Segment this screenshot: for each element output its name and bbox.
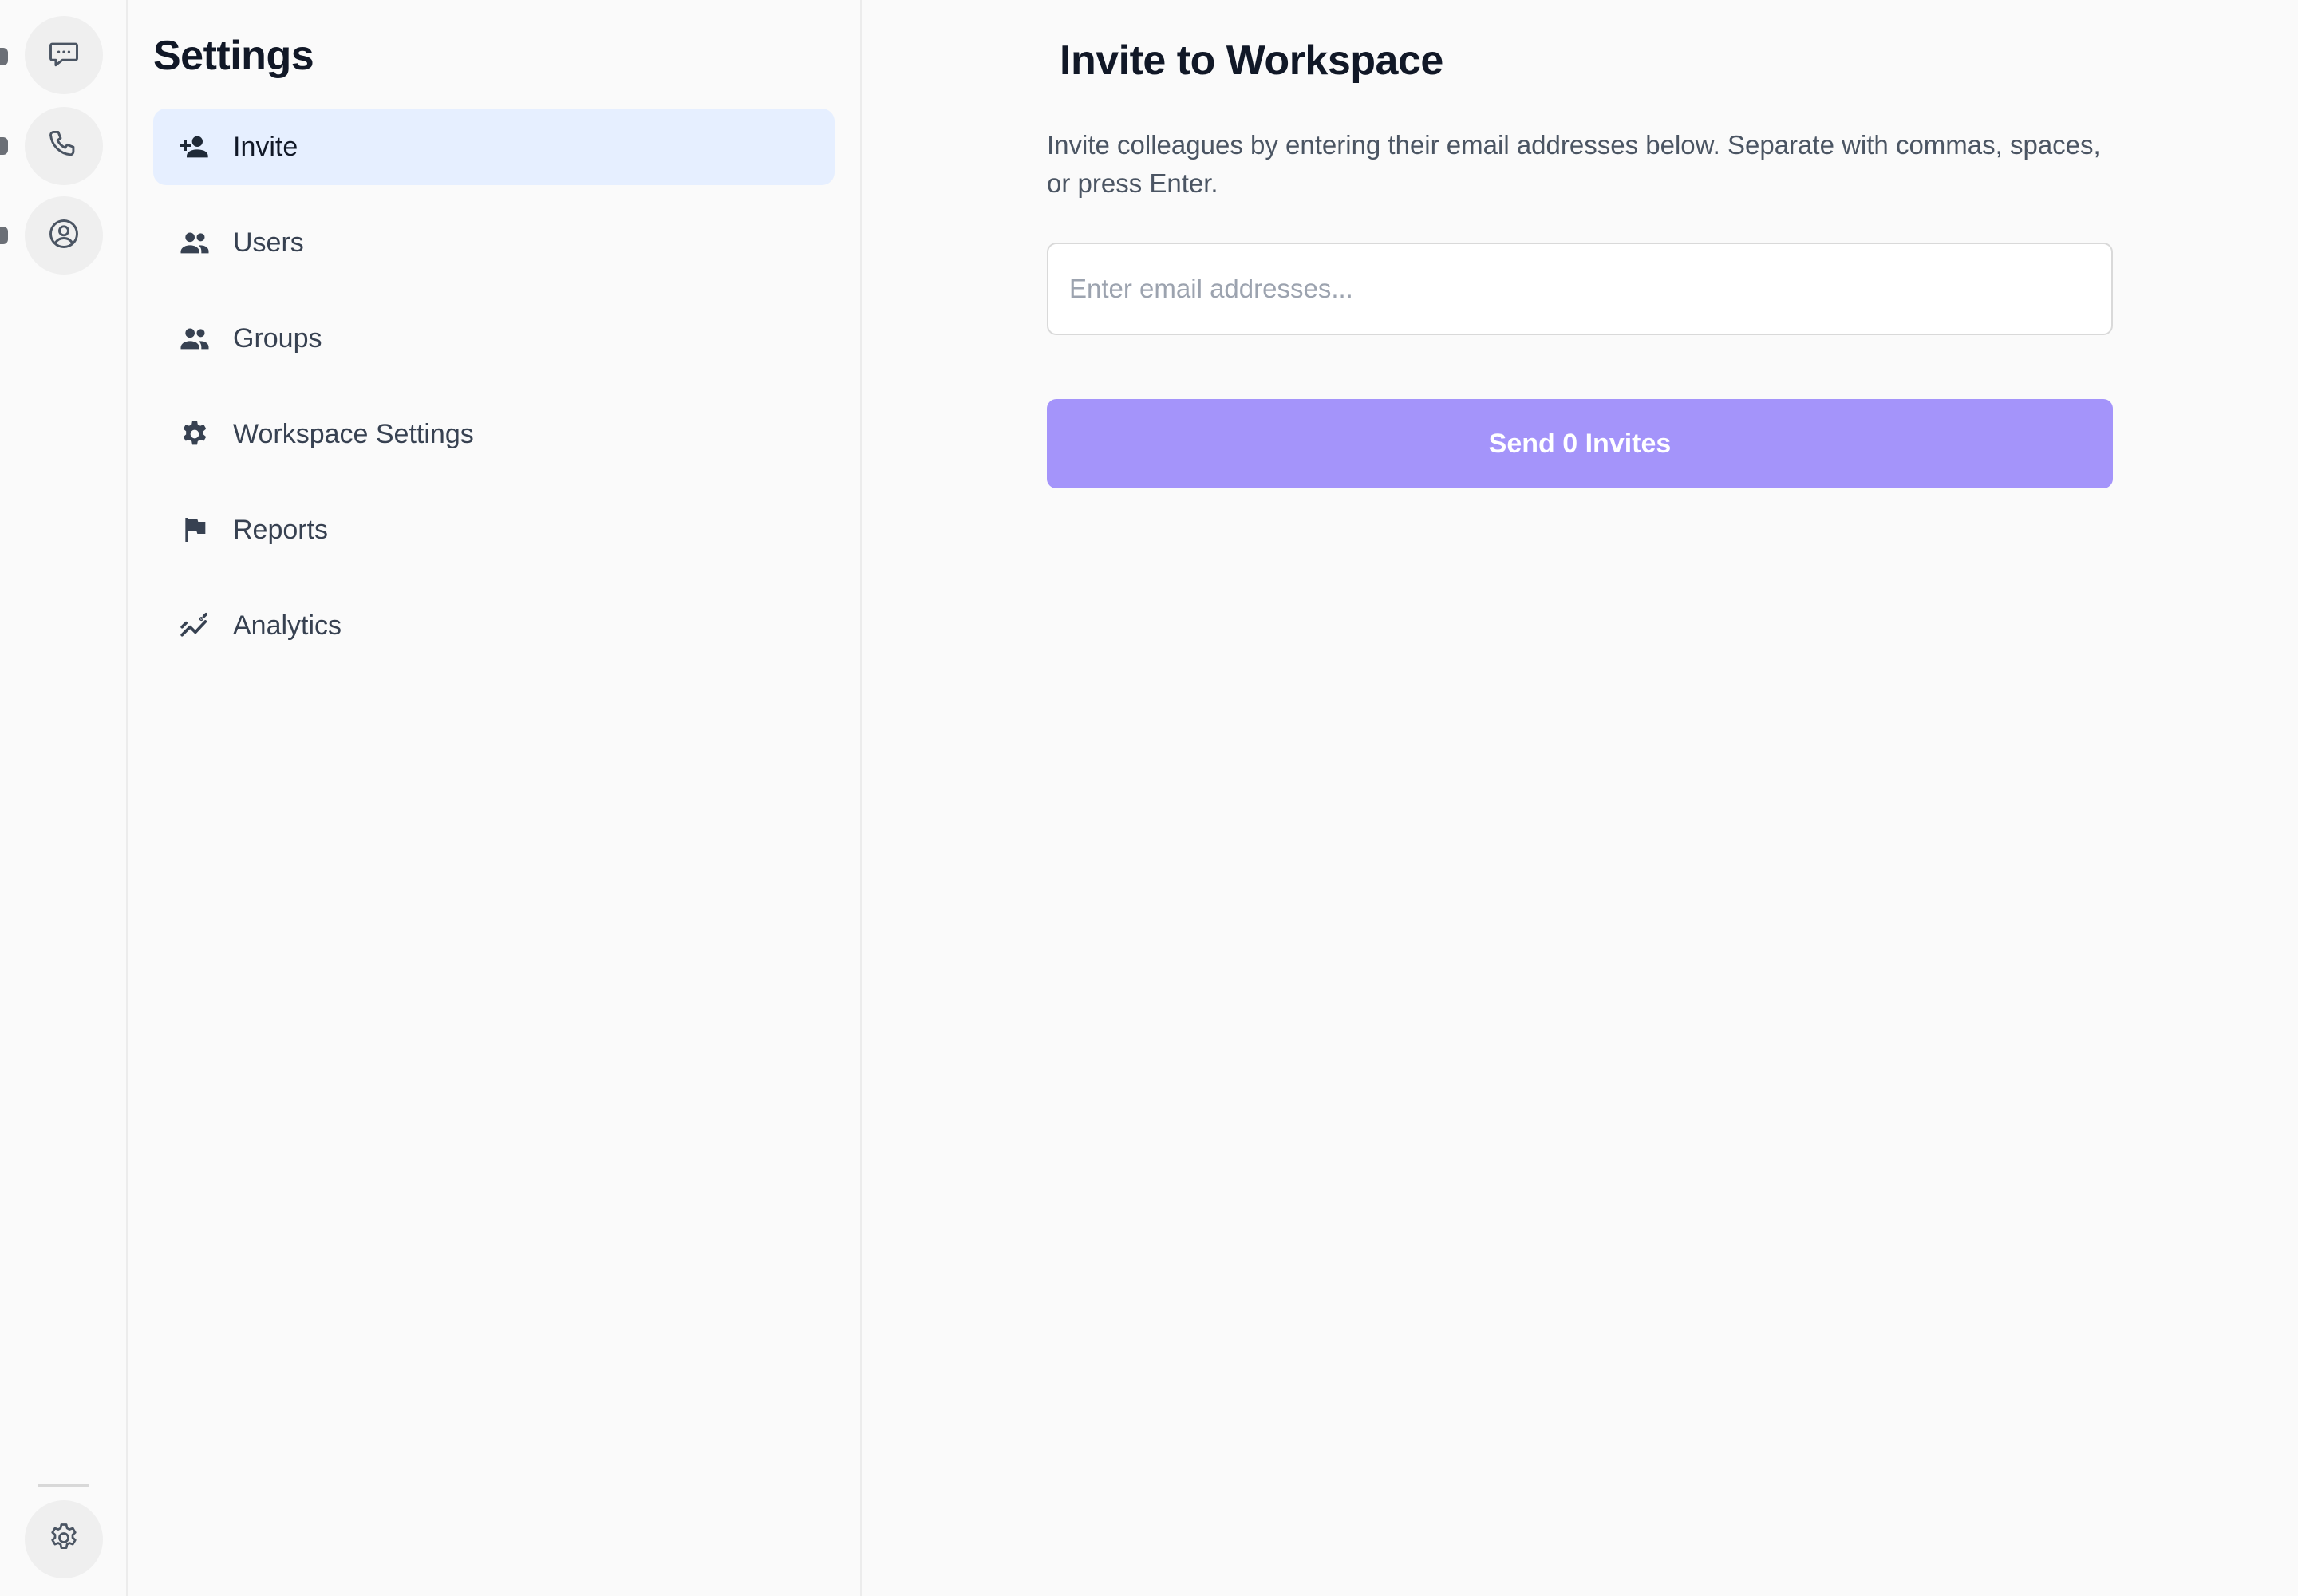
rail-indicator <box>0 48 8 65</box>
email-input[interactable] <box>1047 243 2113 335</box>
page-title: Invite to Workspace <box>1060 38 1443 84</box>
cog-icon <box>179 418 211 450</box>
flag-icon <box>179 514 211 546</box>
gear-icon <box>46 1520 81 1559</box>
page-description: Invite colleagues by entering their emai… <box>1047 130 2101 198</box>
main-panel: Invite to Workspace Invite colleagues by… <box>862 0 2298 1596</box>
settings-sidebar: Settings Invite Users Groups Workspace S… <box>128 0 862 1596</box>
user-circle-icon <box>46 216 81 255</box>
sidebar-item-reports[interactable]: Reports <box>153 492 835 568</box>
sidebar-item-invite[interactable]: Invite <box>153 109 835 185</box>
rail-indicator <box>0 137 8 155</box>
rail-divider <box>38 1484 89 1487</box>
sidebar-item-analytics[interactable]: Analytics <box>153 587 835 664</box>
sidebar-item-label: Groups <box>233 322 322 354</box>
sidebar-item-label: Invite <box>233 131 298 162</box>
sidebar-item-label: Users <box>233 227 304 258</box>
sidebar-title: Settings <box>153 33 314 79</box>
settings-button[interactable] <box>25 1500 103 1578</box>
sidebar-item-label: Reports <box>233 514 329 545</box>
sidebar-item-label: Workspace Settings <box>233 418 474 449</box>
people-icon <box>179 322 211 354</box>
sidebar-item-groups[interactable]: Groups <box>153 300 835 377</box>
trending-icon <box>179 610 211 642</box>
send-invites-button[interactable]: Send 0 Invites <box>1047 399 2113 488</box>
rail-indicator <box>0 227 8 244</box>
sidebar-item-users[interactable]: Users <box>153 204 835 281</box>
phone-icon <box>46 127 81 166</box>
chat-button[interactable] <box>25 16 103 94</box>
phone-button[interactable] <box>25 107 103 185</box>
profile-button[interactable] <box>25 196 103 275</box>
chat-icon <box>46 36 81 75</box>
icon-rail <box>0 0 128 1596</box>
settings-nav-list: Invite Users Groups Workspace Settings R… <box>153 109 835 683</box>
people-icon <box>179 227 211 259</box>
sidebar-item-workspace-settings[interactable]: Workspace Settings <box>153 396 835 472</box>
sidebar-item-label: Analytics <box>233 610 342 641</box>
person-add-icon <box>179 131 211 163</box>
